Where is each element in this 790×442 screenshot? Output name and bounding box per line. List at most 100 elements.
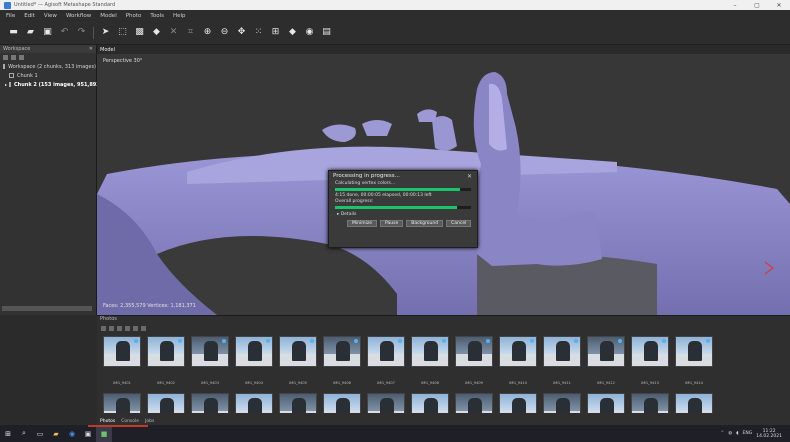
reset-filter-icon[interactable] <box>125 325 130 331</box>
menu-tools[interactable]: Tools <box>150 13 164 19</box>
tab-photos[interactable]: Photos <box>100 419 115 424</box>
menu-help[interactable]: Help <box>173 13 186 19</box>
photo-thumbnail[interactable] <box>103 393 141 413</box>
capture-icon[interactable]: ◉ <box>304 27 315 38</box>
photo-thumbnail[interactable] <box>455 393 493 413</box>
clock[interactable]: 11:22 14.02.2021 <box>756 429 782 439</box>
tree-item-label: Workspace (2 chunks, 313 images) <box>8 63 96 70</box>
tab-console[interactable]: Console <box>121 419 139 424</box>
task-view-icon[interactable]: ▭ <box>32 425 48 442</box>
photo-thumbnail[interactable] <box>499 393 537 413</box>
grid-icon[interactable]: ⁙ <box>253 27 264 38</box>
photo-thumbnail[interactable] <box>631 393 669 413</box>
photo-thumbnail[interactable] <box>191 393 229 413</box>
photo-thumbnail[interactable] <box>499 336 537 367</box>
remove-camera-icon[interactable] <box>101 325 106 331</box>
photo-thumbnail[interactable] <box>147 336 185 367</box>
photo-thumbnail[interactable] <box>543 393 581 413</box>
tab-model[interactable]: Model <box>100 47 115 53</box>
remove-icon[interactable] <box>19 55 24 60</box>
photo-thumbnail[interactable] <box>411 393 449 413</box>
add-chunk-icon[interactable] <box>3 55 8 60</box>
photo-thumbnail[interactable] <box>103 336 141 367</box>
zoom-out-icon[interactable]: ⊖ <box>219 27 230 38</box>
view-mode-icon[interactable] <box>141 325 146 331</box>
photo-thumbnail[interactable] <box>279 336 317 367</box>
photo-thumbnail[interactable] <box>367 336 405 367</box>
tray-arrow-icon[interactable]: ⌃ <box>720 431 724 436</box>
browser-icon[interactable]: ◉ <box>64 425 80 442</box>
details-toggle[interactable]: ▸ Details <box>329 211 477 218</box>
background-button[interactable]: Background <box>406 220 444 227</box>
photo-thumbnail[interactable] <box>543 336 581 367</box>
maximize-button[interactable]: ▢ <box>746 2 768 9</box>
open-icon[interactable]: ▰ <box>25 27 36 38</box>
minimize-button[interactable]: – <box>724 2 746 9</box>
photo-thumbnail[interactable] <box>235 336 273 367</box>
model-status: Faces: 2,355,579 Vertices: 1,181,371 <box>103 303 196 309</box>
chunk-icon <box>9 73 14 78</box>
menu-view[interactable]: View <box>44 13 57 19</box>
view-mode-icon[interactable]: ◆ <box>287 27 298 38</box>
tree-item-chunk-1[interactable]: Chunk 1 <box>0 71 96 80</box>
show-cameras-icon[interactable]: ⊞ <box>270 27 281 38</box>
photo-thumbnail[interactable] <box>279 393 317 413</box>
menu-workflow[interactable]: Workflow <box>66 13 91 19</box>
expand-arrow-icon[interactable]: ▸ <box>5 82 7 87</box>
photo-thumbnail[interactable] <box>631 336 669 367</box>
save-icon[interactable]: ▣ <box>42 27 53 38</box>
add-photos-icon[interactable] <box>11 55 16 60</box>
model-dense-icon[interactable]: ▩ <box>134 27 145 38</box>
undo-icon[interactable]: ↶ <box>59 27 70 38</box>
select-rect-icon[interactable]: ⬚ <box>117 27 128 38</box>
photo-thumbnail[interactable] <box>235 393 273 413</box>
tree-item-workspace[interactable]: Workspace (2 chunks, 313 images) <box>0 62 96 71</box>
tab-jobs[interactable]: Jobs <box>145 419 154 424</box>
tree-item-chunk-2[interactable]: ▸ Chunk 2 (153 images, 951,893 points) <box>0 80 121 89</box>
photo-thumbnail[interactable] <box>367 393 405 413</box>
filter-icon[interactable] <box>133 325 138 331</box>
zoom-in-icon[interactable]: ⊕ <box>202 27 213 38</box>
menu-photo[interactable]: Photo <box>126 13 142 19</box>
delete-icon[interactable]: ✕ <box>168 27 179 38</box>
close-window-button[interactable]: ✕ <box>768 2 790 9</box>
photo-thumbnail[interactable] <box>455 336 493 367</box>
minimize-dialog-button[interactable]: Minimize <box>347 220 377 227</box>
photo-thumbnail[interactable] <box>323 393 361 413</box>
photo-thumbnail[interactable] <box>147 393 185 413</box>
file-explorer-icon[interactable]: ▰ <box>48 425 64 442</box>
photo-label: IMG_9408 <box>421 381 439 385</box>
menu-file[interactable]: File <box>6 13 15 19</box>
aligned-check-icon <box>398 339 402 343</box>
photo-thumbnail[interactable] <box>675 393 713 413</box>
photo-thumbnail[interactable] <box>587 336 625 367</box>
metashape-taskbar-icon[interactable]: ■ <box>96 425 112 442</box>
workspace-scrollbar[interactable] <box>2 306 92 311</box>
menu-edit[interactable]: Edit <box>24 13 35 19</box>
network-icon[interactable]: ◍ <box>728 431 732 436</box>
volume-icon[interactable]: ◖ <box>736 431 738 436</box>
rotate-left-icon[interactable] <box>109 325 114 331</box>
crop-icon[interactable]: ⌗ <box>185 27 196 38</box>
redo-icon[interactable]: ↷ <box>76 27 87 38</box>
move-icon[interactable]: ✥ <box>236 27 247 38</box>
language-indicator[interactable]: ENG <box>743 431 753 436</box>
photo-thumbnail[interactable] <box>587 393 625 413</box>
menu-model[interactable]: Model <box>100 13 117 19</box>
pause-button[interactable]: Pause <box>380 220 404 227</box>
shape-icon[interactable]: ◆ <box>151 27 162 38</box>
close-panel-icon[interactable]: ✕ <box>89 46 93 52</box>
dialog-close-icon[interactable]: ✕ <box>467 173 472 180</box>
photo-thumbnail[interactable] <box>323 336 361 367</box>
navigation-icon[interactable]: ➤ <box>100 27 111 38</box>
app-icon-gray[interactable]: ▣ <box>80 425 96 442</box>
camera-icon[interactable]: ▤ <box>321 27 332 38</box>
photo-thumbnail[interactable] <box>191 336 229 367</box>
photo-thumbnail[interactable] <box>675 336 713 367</box>
windows-start-icon[interactable]: ⊞ <box>0 425 16 442</box>
search-icon[interactable]: ⌕ <box>16 425 32 442</box>
rotate-right-icon[interactable] <box>117 325 122 331</box>
cancel-button[interactable]: Cancel <box>446 220 472 227</box>
new-icon[interactable]: ▬ <box>8 27 19 38</box>
photo-thumbnail[interactable] <box>411 336 449 367</box>
